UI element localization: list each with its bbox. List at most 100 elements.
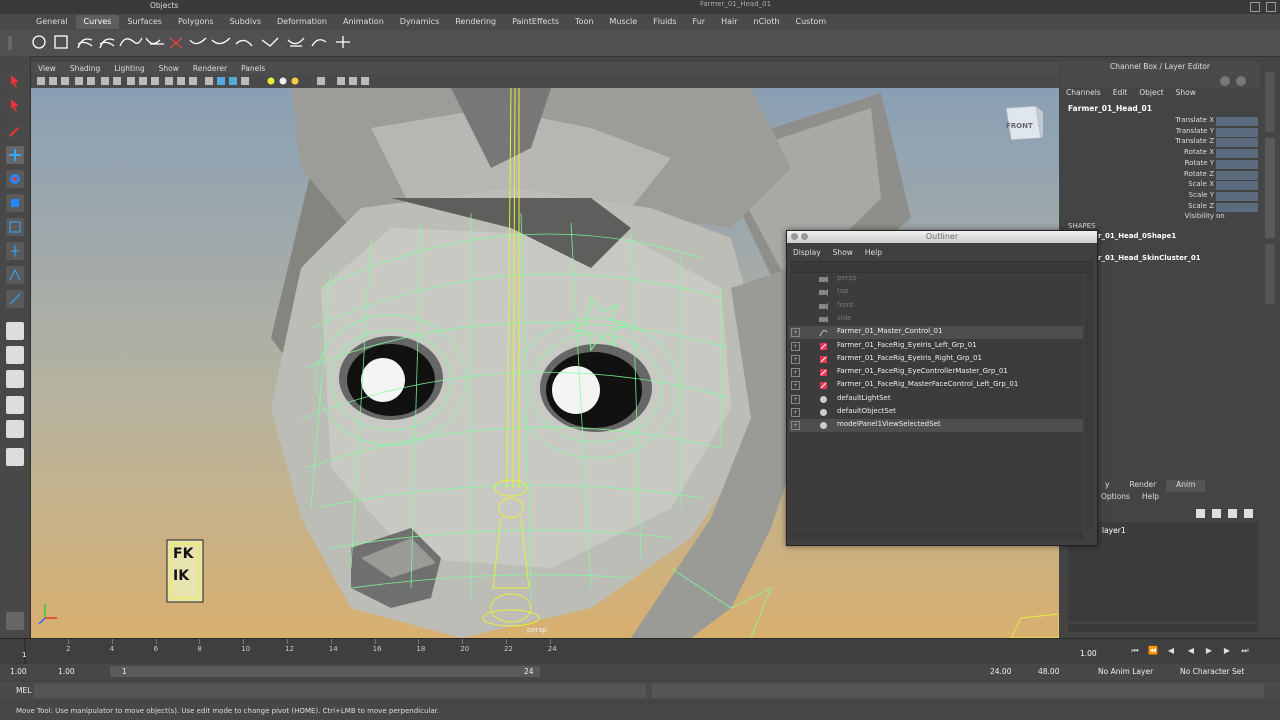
step-back-key-icon[interactable]: ⏪ (1148, 646, 1158, 656)
channel-menu-edit[interactable]: Edit (1107, 88, 1134, 100)
attribute-label[interactable]: Translate X (1110, 116, 1214, 124)
attribute-value-field[interactable] (1216, 170, 1258, 180)
outliner-item[interactable]: + modelPanel1ViewSelectedSet (789, 419, 1083, 433)
outliner-item[interactable]: + Farmer_01_Master_Control_01 (789, 326, 1083, 340)
outliner-menu-help[interactable]: Help (859, 248, 888, 257)
lasso-tool-icon[interactable] (6, 96, 24, 114)
shelf-tab-subdivs[interactable]: Subdivs (222, 15, 269, 29)
attribute-label[interactable]: Translate Z (1110, 137, 1214, 145)
attribute-label[interactable]: Translate Y (1110, 127, 1214, 135)
layout-single-icon[interactable] (6, 322, 24, 340)
layer-item[interactable]: layer1 (1102, 526, 1126, 535)
step-back-frame-icon[interactable]: ◀ (1166, 646, 1176, 656)
move-layer-up-icon[interactable] (1196, 509, 1205, 518)
shelf-tab-dynamics[interactable]: Dynamics (392, 15, 447, 29)
attribute-value-field[interactable] (1216, 138, 1258, 148)
layout-four-icon[interactable] (6, 346, 24, 364)
layer-menu-help[interactable]: Help (1136, 492, 1165, 504)
expand-icon[interactable]: + (791, 328, 800, 338)
shelf-tab-muscle[interactable]: Muscle (601, 15, 645, 29)
attribute-label[interactable]: Rotate X (1110, 148, 1214, 156)
outliner-item[interactable]: + Farmer_01_FaceRig_EyeIris_Right_Grp_01 (789, 353, 1083, 366)
objects-selector[interactable]: Objects (150, 1, 178, 10)
character-set-selector[interactable]: No Character Set (1180, 666, 1244, 677)
layer-tab-anim[interactable]: Anim (1166, 480, 1206, 492)
view-axis-icon[interactable] (6, 612, 24, 630)
expand-icon[interactable]: + (791, 394, 800, 404)
anim-layer-selector[interactable]: No Anim Layer (1098, 666, 1153, 677)
shelf-tab-rendering[interactable]: Rendering (447, 15, 504, 29)
animation-end-field[interactable]: 48.00 (1038, 666, 1059, 677)
tool-settings-tab[interactable] (1265, 244, 1275, 304)
outliner-item[interactable]: top (789, 286, 1083, 299)
outliner-filter-field[interactable] (791, 261, 1093, 273)
attribute-value-field[interactable] (1216, 159, 1258, 169)
outliner-menu-show[interactable]: Show (827, 248, 859, 257)
channel-box-options-icon[interactable] (1220, 76, 1230, 86)
playback-end-field[interactable]: 24.00 (990, 666, 1011, 677)
viewport-menu-view[interactable]: View (31, 64, 63, 73)
step-forward-frame-icon[interactable]: ▶ (1222, 646, 1232, 656)
viewport-menu-renderer[interactable]: Renderer (186, 64, 234, 73)
new-layer-icon[interactable] (1212, 509, 1221, 518)
attribute-value-field[interactable] (1216, 202, 1258, 212)
channel-menu-object[interactable]: Object (1133, 88, 1169, 100)
outliner-item[interactable]: + defaultLightSet (789, 393, 1083, 406)
attribute-value-field[interactable] (1216, 149, 1258, 159)
attribute-label[interactable]: Rotate Y (1110, 159, 1214, 167)
attribute-value-field[interactable] (1216, 181, 1258, 191)
channel-box-tab[interactable] (1265, 138, 1275, 238)
play-forwards-icon[interactable]: ▶ (1204, 646, 1214, 656)
shelf-tab-curves[interactable]: Curves (75, 15, 120, 29)
time-slider[interactable]: 1 1.00 2 4 6 8 10 12 14 16 18 20 22 24 (0, 638, 1280, 665)
viewport-menu-lighting[interactable]: Lighting (107, 64, 151, 73)
go-to-start-icon[interactable]: ⏮ (1130, 646, 1140, 656)
viewport-menu-panels[interactable]: Panels (234, 64, 272, 73)
layout-hypershade-icon[interactable] (6, 448, 24, 466)
outliner-vertical-scrollbar[interactable] (1085, 273, 1093, 529)
channel-menu-channels[interactable]: Channels (1060, 88, 1107, 100)
shelf-tab-custom[interactable]: Custom (788, 15, 835, 29)
window-maximize-icon[interactable] (1250, 2, 1260, 12)
attribute-value-field[interactable] (1216, 117, 1258, 126)
scale-tool-icon[interactable] (6, 194, 24, 212)
attribute-label[interactable]: Scale Z (1110, 202, 1214, 210)
rotate-tool-icon[interactable] (6, 170, 24, 188)
outliner-menu-display[interactable]: Display (787, 248, 827, 257)
expand-icon[interactable]: + (791, 408, 800, 417)
attribute-value-field[interactable] (1216, 127, 1258, 137)
visibility-value[interactable]: on (1216, 212, 1256, 220)
universal-manipulator-icon[interactable] (6, 218, 24, 236)
attribute-editor-tab[interactable] (1265, 72, 1275, 132)
paint-select-tool-icon[interactable] (6, 122, 24, 140)
expand-icon[interactable]: + (791, 354, 800, 364)
layout-outliner-icon[interactable] (6, 420, 24, 438)
select-tool-icon[interactable] (6, 72, 24, 90)
shelf-tab-hair[interactable]: Hair (713, 15, 745, 29)
outliner-item[interactable]: + Farmer_01_FaceRig_EyeIris_Left_Grp_01 (789, 340, 1083, 353)
animation-start-field[interactable]: 1.00 (10, 666, 27, 677)
shelf-tab-surfaces[interactable]: Surfaces (119, 15, 170, 29)
channel-menu-show[interactable]: Show (1170, 88, 1202, 100)
go-to-end-icon[interactable]: ⏭ (1240, 646, 1250, 656)
expand-icon[interactable]: + (791, 381, 800, 391)
window-close-icon[interactable] (1266, 2, 1276, 12)
attribute-label[interactable]: Rotate Z (1110, 170, 1214, 178)
layer-menu-options[interactable]: Options (1095, 492, 1136, 504)
viewport-menu-show[interactable]: Show (152, 64, 186, 73)
shelf-tab-painteffects[interactable]: PaintEffects (504, 15, 567, 29)
attribute-label[interactable]: Scale X (1110, 180, 1214, 188)
shelf-tab-general[interactable]: General (28, 15, 76, 29)
outliner-item[interactable]: + Farmer_01_FaceRig_MasterFaceControl_Lef… (789, 379, 1083, 392)
outliner-item[interactable]: front (789, 300, 1083, 313)
shelf-tab-animation[interactable]: Animation (335, 15, 392, 29)
shelf-tab-fluids[interactable]: Fluids (645, 15, 684, 29)
range-slider[interactable] (110, 666, 540, 677)
move-tool-icon[interactable] (6, 146, 24, 164)
shelf-tab-fur[interactable]: Fur (685, 15, 714, 29)
layout-graph-icon[interactable] (6, 396, 24, 414)
channel-box-object-name[interactable]: Farmer_01_Head_01 (1068, 104, 1152, 113)
shape-item[interactable]: r_01_Head_SkinCluster_01 (1098, 254, 1201, 262)
outliner-item[interactable]: side (789, 313, 1083, 326)
layout-side-by-side-icon[interactable] (6, 370, 24, 388)
